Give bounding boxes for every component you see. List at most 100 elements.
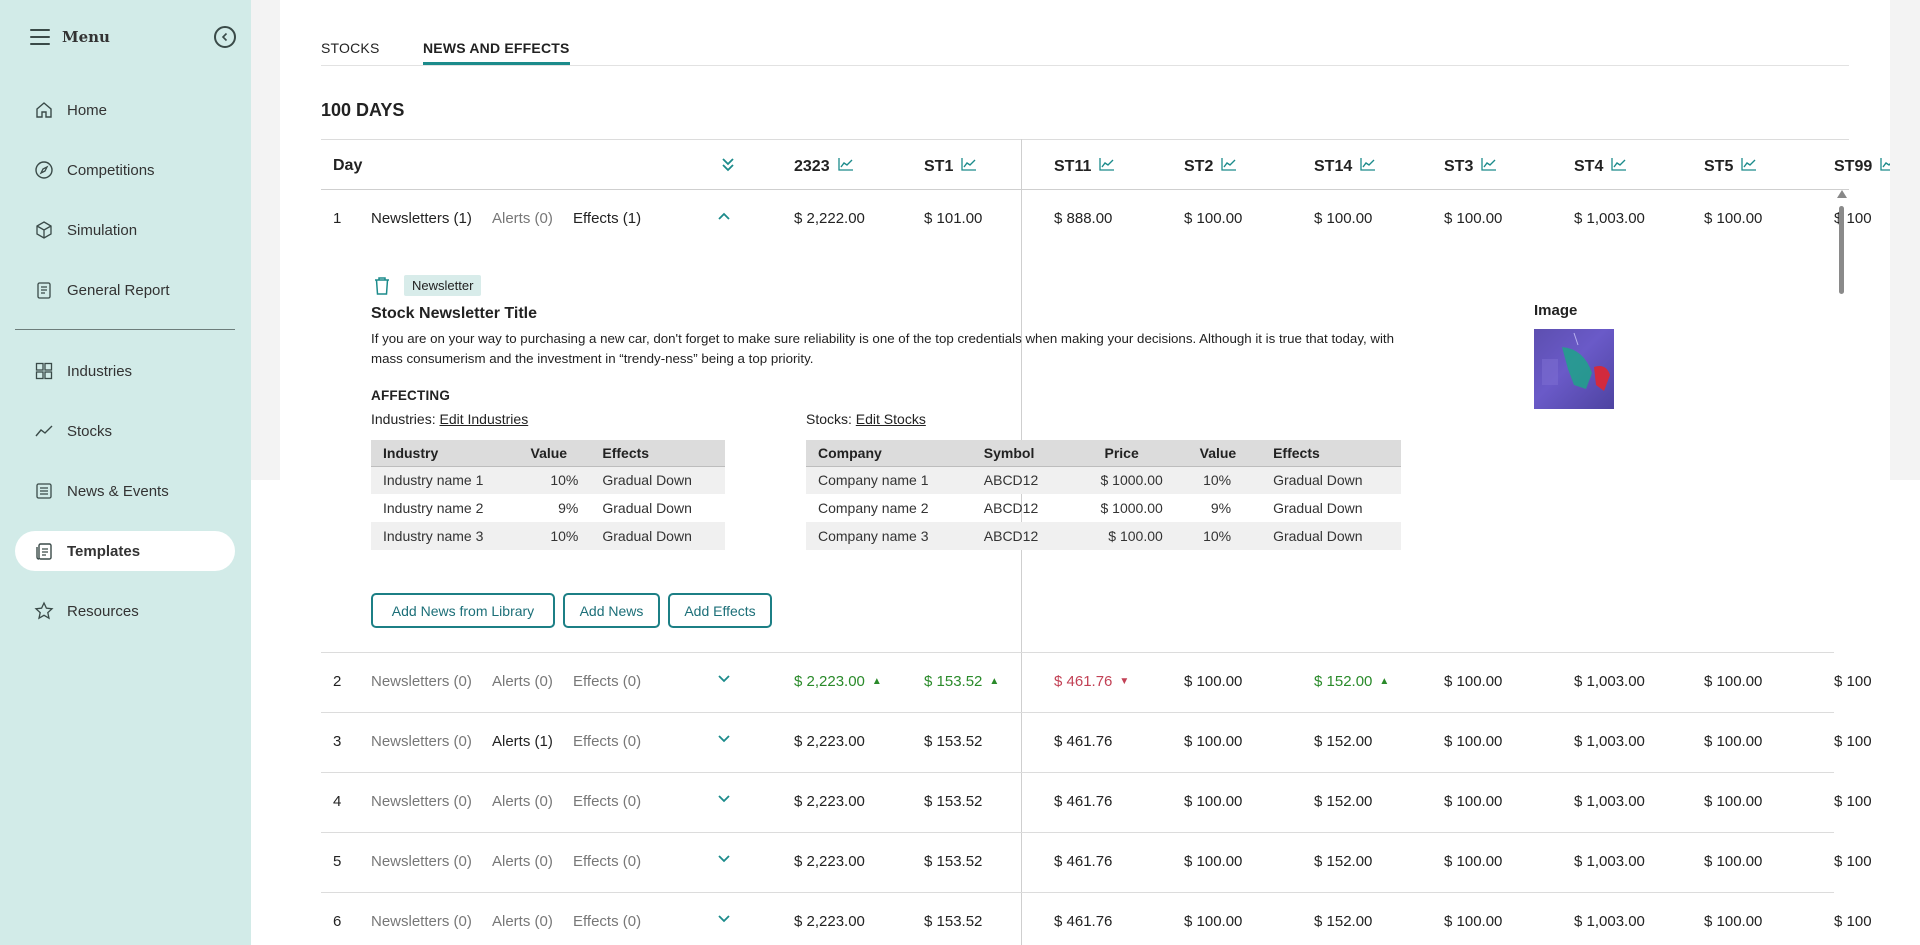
tab-news-and-effects[interactable]: NEWS AND EFFECTS bbox=[423, 40, 570, 65]
newsletters-count[interactable]: Newsletters (0) bbox=[371, 913, 472, 930]
add-news-from-library-button[interactable]: Add News from Library bbox=[371, 593, 555, 628]
line-chart-icon[interactable] bbox=[1221, 157, 1237, 176]
newsletter-badge: Newsletter bbox=[404, 275, 482, 296]
sidebar-item-label: Simulation bbox=[67, 221, 138, 239]
sidebar-item-competitions[interactable]: Competitions bbox=[15, 150, 235, 190]
chevron-down-icon[interactable] bbox=[717, 731, 731, 749]
sidebar-item-simulation[interactable]: Simulation bbox=[15, 210, 235, 250]
column-header: Company bbox=[806, 440, 972, 467]
star-icon bbox=[33, 600, 55, 622]
sidebar-item-home[interactable]: Home bbox=[15, 90, 235, 130]
price-value: $ 461.76 bbox=[1054, 673, 1113, 690]
sidebar-item-general-report[interactable]: General Report bbox=[15, 270, 235, 310]
newsletter-image[interactable] bbox=[1534, 329, 1614, 409]
column-header: Value bbox=[1174, 440, 1262, 467]
newsletters-count[interactable]: Newsletters (0) bbox=[371, 793, 472, 810]
stock-price-cell: $ 888.00 bbox=[1054, 210, 1112, 227]
sidebar-item-stocks[interactable]: Stocks bbox=[15, 411, 235, 451]
sidebar-item-templates[interactable]: Templates bbox=[15, 531, 235, 571]
hamburger-icon[interactable] bbox=[30, 29, 50, 45]
stock-column-header: ST2 bbox=[1184, 157, 1237, 176]
sidebar-item-news-events[interactable]: News & Events bbox=[15, 471, 235, 511]
collapse-sidebar-icon[interactable] bbox=[214, 26, 236, 48]
effects-count[interactable]: Effects (1) bbox=[573, 210, 641, 227]
table-row[interactable]: 6 Newsletters (0) Alerts (0) Effects (0) $ 2… bbox=[321, 893, 1872, 945]
chevron-down-icon[interactable] bbox=[717, 791, 731, 809]
stock-symbol: ST2 bbox=[1184, 157, 1214, 175]
alerts-count[interactable]: Alerts (0) bbox=[492, 793, 553, 810]
sidebar-item-industries[interactable]: Industries bbox=[15, 351, 235, 391]
chevron-down-icon[interactable] bbox=[717, 851, 731, 869]
line-chart-icon[interactable] bbox=[1611, 157, 1627, 176]
newsletters-count[interactable]: Newsletters (0) bbox=[371, 673, 472, 690]
effects-count[interactable]: Effects (0) bbox=[573, 853, 641, 870]
company-price: $ 1000.00 bbox=[1068, 466, 1175, 494]
effects-count[interactable]: Effects (0) bbox=[573, 673, 641, 690]
column-header: Price bbox=[1068, 440, 1175, 467]
price-value: $ 100.00 bbox=[1704, 793, 1763, 810]
chevron-down-icon[interactable] bbox=[717, 911, 731, 929]
column-header: Industry bbox=[371, 440, 519, 467]
effects-count[interactable]: Effects (0) bbox=[573, 913, 641, 930]
industry-effect: Gradual Down bbox=[602, 500, 692, 516]
industry-name: Industry name 3 bbox=[371, 522, 519, 550]
price-value: $ 100.00 bbox=[1184, 793, 1243, 810]
add-news-button[interactable]: Add News bbox=[563, 593, 660, 628]
page-title: 100 DAYS bbox=[321, 100, 405, 120]
table-row[interactable]: 4 Newsletters (0) Alerts (0) Effects (0) $ 2… bbox=[321, 773, 1872, 833]
line-chart-icon[interactable] bbox=[1360, 157, 1376, 176]
alerts-count[interactable]: Alerts (0) bbox=[492, 913, 553, 930]
vertical-scrollbar[interactable] bbox=[1839, 206, 1844, 294]
table-row[interactable]: 2 Newsletters (0) Alerts (0) Effects (0) $ 2… bbox=[321, 653, 1872, 713]
add-effects-button[interactable]: Add Effects bbox=[668, 593, 772, 628]
industry-effect: Gradual Down bbox=[590, 466, 725, 494]
price-value: $ 153.52 bbox=[924, 793, 983, 810]
line-chart-icon[interactable] bbox=[1880, 157, 1890, 176]
stock-price-cell: $ 152.00 bbox=[1314, 793, 1372, 810]
price-value: $ 153.52 bbox=[924, 913, 983, 930]
effects-count[interactable]: Effects (0) bbox=[573, 793, 641, 810]
table-row[interactable]: 3 Newsletters (0) Alerts (1) Effects (0) $ 2… bbox=[321, 713, 1872, 773]
alerts-count[interactable]: Alerts (1) bbox=[492, 733, 553, 750]
stock-price-cell: $ 100.00 bbox=[1444, 853, 1502, 870]
stock-row: Company name 1 ABCD12 $ 1000.00 10% Gradual … bbox=[806, 466, 1401, 494]
price-value: $ 100.00 bbox=[1444, 733, 1503, 750]
alerts-count[interactable]: Alerts (0) bbox=[492, 210, 553, 227]
stocks-table: Company Symbol Price Value Effects Compa… bbox=[806, 440, 1401, 550]
edit-stocks-link[interactable]: Edit Stocks bbox=[856, 411, 926, 427]
sidebar-item-resources[interactable]: Resources bbox=[15, 591, 235, 631]
table-row[interactable]: 5 Newsletters (0) Alerts (0) Effects (0) $ 2… bbox=[321, 833, 1872, 893]
price-value: $ 100.00 bbox=[1444, 210, 1503, 227]
alerts-count[interactable]: Alerts (0) bbox=[492, 673, 553, 690]
stock-column-header: ST4 bbox=[1574, 157, 1627, 176]
trash-icon[interactable] bbox=[373, 276, 391, 301]
newsletters-count[interactable]: Newsletters (0) bbox=[371, 733, 472, 750]
newsletters-count[interactable]: Newsletters (0) bbox=[371, 853, 472, 870]
table-row[interactable]: 1 Newsletters (1) Alerts (0) Effects (1) $ 2… bbox=[321, 190, 1872, 250]
line-chart-icon[interactable] bbox=[1481, 157, 1497, 176]
company-effect: Gradual Down bbox=[1261, 466, 1401, 494]
price-value: $ 100.00 bbox=[1444, 673, 1503, 690]
chevron-up-icon[interactable] bbox=[717, 208, 731, 226]
tab-stocks[interactable]: STOCKS bbox=[321, 40, 380, 62]
line-chart-icon[interactable] bbox=[837, 157, 854, 176]
effects-count[interactable]: Effects (0) bbox=[573, 733, 641, 750]
chevron-down-icon[interactable] bbox=[717, 671, 731, 689]
grid-icon bbox=[33, 360, 55, 382]
line-chart-icon[interactable] bbox=[1099, 157, 1115, 176]
stock-price-cell: $ 100.00 bbox=[1184, 793, 1242, 810]
line-chart-icon[interactable] bbox=[961, 157, 977, 176]
sidebar-item-label: News & Events bbox=[67, 482, 169, 500]
newspaper-icon bbox=[33, 480, 55, 502]
stock-price-cell: $ 100.00 bbox=[1444, 913, 1502, 930]
edit-industries-link[interactable]: Edit Industries bbox=[439, 411, 528, 427]
stock-symbol: ST1 bbox=[924, 157, 954, 175]
stock-price-cell: $ 461.76 bbox=[1054, 733, 1112, 750]
expand-all-icon[interactable] bbox=[721, 156, 735, 177]
price-value: $ 2,223.00 bbox=[794, 793, 865, 810]
alerts-count[interactable]: Alerts (0) bbox=[492, 853, 553, 870]
company-name: Company name 2 bbox=[818, 500, 929, 516]
line-chart-icon[interactable] bbox=[1741, 157, 1757, 176]
scroll-up-arrow[interactable] bbox=[1837, 190, 1847, 198]
newsletters-count[interactable]: Newsletters (1) bbox=[371, 210, 472, 227]
